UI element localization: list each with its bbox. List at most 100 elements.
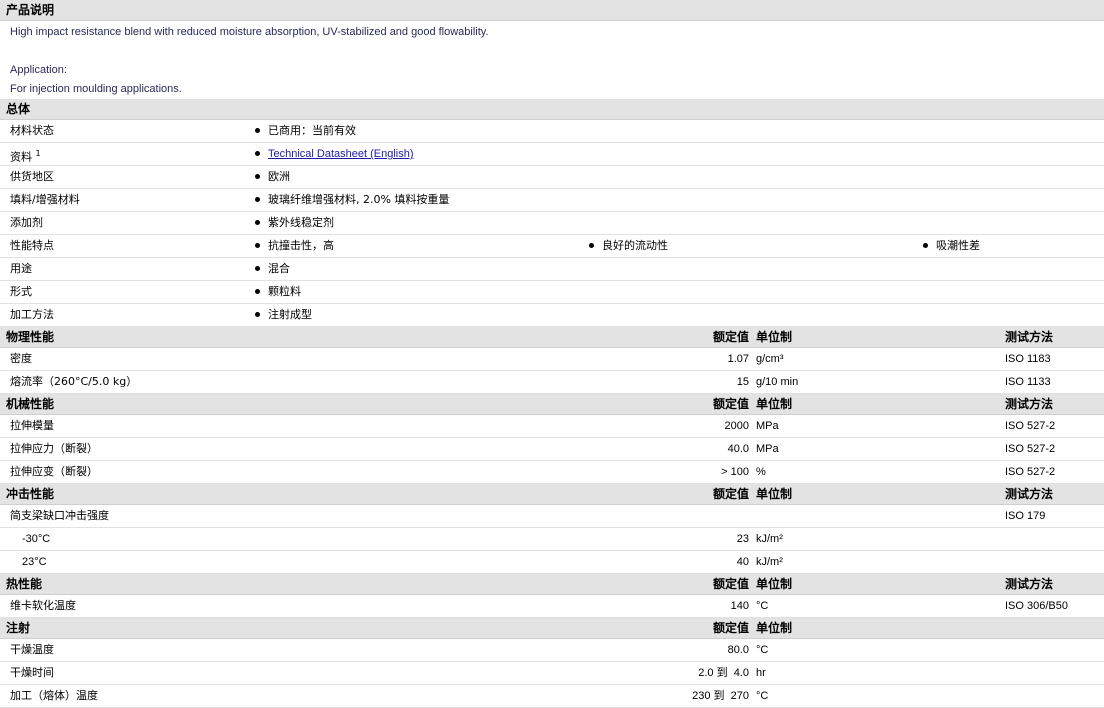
bullet-item: 欧洲 xyxy=(255,166,290,188)
row-value: 抗撞击性，高 xyxy=(268,239,334,252)
footnote-marker: 1 xyxy=(35,149,41,158)
section-title: 机械性能 xyxy=(6,397,55,411)
datasheet-link[interactable]: Technical Datasheet (English) xyxy=(268,148,414,160)
row-unit: kJ/m² xyxy=(756,556,783,568)
row-label: -30°C xyxy=(22,533,51,545)
row-label: 加工（熔体）温度 xyxy=(10,689,98,702)
bullet-item: 吸潮性差 xyxy=(923,235,980,257)
bullet-item: 注射成型 xyxy=(255,304,312,326)
table-row: 拉伸应力（断裂） 40.0 MPa ISO 527-2 xyxy=(0,438,1104,461)
row-unit: g/cm³ xyxy=(756,353,784,365)
row-value: 23 xyxy=(736,533,749,545)
row-value: > 100 xyxy=(721,466,749,478)
table-row: 干燥温度 80.0 °C xyxy=(0,639,1104,662)
bullet-item: Technical Datasheet (English) xyxy=(255,143,414,165)
table-row: 简支梁缺口冲击强度 ISO 179 xyxy=(0,505,1104,528)
section-header-injection: 注射 额定值 单位制 xyxy=(0,618,1104,639)
row-unit: % xyxy=(756,466,766,478)
row-unit: MPa xyxy=(756,443,779,455)
section-header-general: 总体 xyxy=(0,99,1104,120)
table-row: 填料/增强材料 玻璃纤维增强材料, 2.0% 填料按重量 xyxy=(0,189,1104,212)
description-block: High impact resistance blend with reduce… xyxy=(0,21,1104,99)
unit-header: 单位制 xyxy=(756,397,793,411)
row-unit: °C xyxy=(756,644,769,656)
row-unit: g/10 min xyxy=(756,376,799,388)
row-value: 混合 xyxy=(268,262,290,275)
row-value: 注射成型 xyxy=(268,308,312,321)
row-label: 拉伸应力（断裂） xyxy=(10,442,98,455)
section-header-impact: 冲击性能 额定值 单位制 测试方法 xyxy=(0,484,1104,505)
row-value: 15 xyxy=(736,376,749,388)
row-label: 添加剂 xyxy=(10,216,43,229)
section-header-thermal: 热性能 额定值 单位制 测试方法 xyxy=(0,574,1104,595)
row-value: 140 xyxy=(730,600,749,612)
row-label: 熔流率（260°C/5.0 kg） xyxy=(10,375,138,388)
row-label-text: 资料 xyxy=(10,150,32,164)
row-label: 供货地区 xyxy=(10,170,54,183)
bullet-icon xyxy=(589,242,594,248)
row-value: 1.07 xyxy=(727,353,749,365)
table-row: 密度 1.07 g/cm³ ISO 1183 xyxy=(0,348,1104,371)
unit-header: 单位制 xyxy=(756,487,793,501)
section-title: 冲击性能 xyxy=(6,487,55,501)
row-label: 材料状态 xyxy=(10,124,54,137)
table-row: 拉伸模量 2000 MPa ISO 527-2 xyxy=(0,415,1104,438)
row-label: 形式 xyxy=(10,285,32,298)
row-value: 230 到 270 xyxy=(692,690,749,702)
row-value: 2.0 到 4.0 xyxy=(698,667,749,679)
section-title: 总体 xyxy=(6,102,31,116)
row-label: 性能特点 xyxy=(10,239,54,252)
row-value: 吸潮性差 xyxy=(936,239,980,252)
row-value: 80.0 xyxy=(727,644,749,656)
section-header-mechanical: 机械性能 额定值 单位制 测试方法 xyxy=(0,394,1104,415)
bullet-item: 混合 xyxy=(255,258,290,280)
row-label: 拉伸应变（断裂） xyxy=(10,465,98,478)
bullet-item: 良好的流动性 xyxy=(589,235,668,257)
bullet-icon xyxy=(255,150,260,156)
bullet-item: 颗粒料 xyxy=(255,281,301,303)
section-title: 产品说明 xyxy=(6,3,55,17)
bullet-icon xyxy=(255,242,260,248)
row-method: ISO 306/B50 xyxy=(1005,600,1068,612)
row-unit: kJ/m² xyxy=(756,533,783,545)
table-row: 用途 混合 xyxy=(0,258,1104,281)
row-unit: °C xyxy=(756,690,769,702)
unit-header: 单位制 xyxy=(756,621,793,635)
row-method: ISO 527-2 xyxy=(1005,420,1056,432)
nominal-header: 额定值 xyxy=(712,621,749,635)
table-row: 干燥时间 2.0 到 4.0 hr xyxy=(0,662,1104,685)
section-title: 注射 xyxy=(6,621,31,635)
description-text: High impact resistance blend with reduce… xyxy=(10,26,489,38)
table-row: 形式 颗粒料 xyxy=(0,281,1104,304)
row-label: 密度 xyxy=(10,352,32,365)
row-label: 资料 1 xyxy=(10,143,41,169)
table-row: -30°C 23 kJ/m² xyxy=(0,528,1104,551)
row-value: 40 xyxy=(736,556,749,568)
section-title: 热性能 xyxy=(6,577,43,591)
row-method: ISO 1133 xyxy=(1005,376,1051,388)
bullet-icon xyxy=(255,196,260,202)
section-header-physical: 物理性能 额定值 单位制 测试方法 xyxy=(0,327,1104,348)
bullet-icon xyxy=(255,173,260,179)
table-row: 性能特点 抗撞击性，高 良好的流动性 吸潮性差 xyxy=(0,235,1104,258)
row-method: ISO 527-2 xyxy=(1005,466,1056,478)
table-row: 资料 1 Technical Datasheet (English) xyxy=(0,143,1104,166)
row-label: 加工方法 xyxy=(10,308,54,321)
row-value: 2000 xyxy=(724,420,749,432)
table-row: 供货地区 欧洲 xyxy=(0,166,1104,189)
bullet-icon xyxy=(255,127,260,133)
row-label: 维卡软化温度 xyxy=(10,599,76,612)
row-label: 干燥时间 xyxy=(10,666,54,679)
row-method: ISO 1183 xyxy=(1005,353,1051,365)
unit-header: 单位制 xyxy=(756,330,793,344)
bullet-icon xyxy=(255,265,260,271)
bullet-item: 已商用：当前有效 xyxy=(255,120,356,142)
datasheet: 产品说明 High impact resistance blend with r… xyxy=(0,0,1104,708)
table-row: 添加剂 紫外线稳定剂 xyxy=(0,212,1104,235)
section-title: 物理性能 xyxy=(6,330,55,344)
nominal-header: 额定值 xyxy=(712,487,749,501)
method-header: 测试方法 xyxy=(1005,397,1054,411)
row-value: 40.0 xyxy=(727,443,749,455)
method-header: 测试方法 xyxy=(1005,487,1054,501)
row-method: ISO 527-2 xyxy=(1005,443,1056,455)
